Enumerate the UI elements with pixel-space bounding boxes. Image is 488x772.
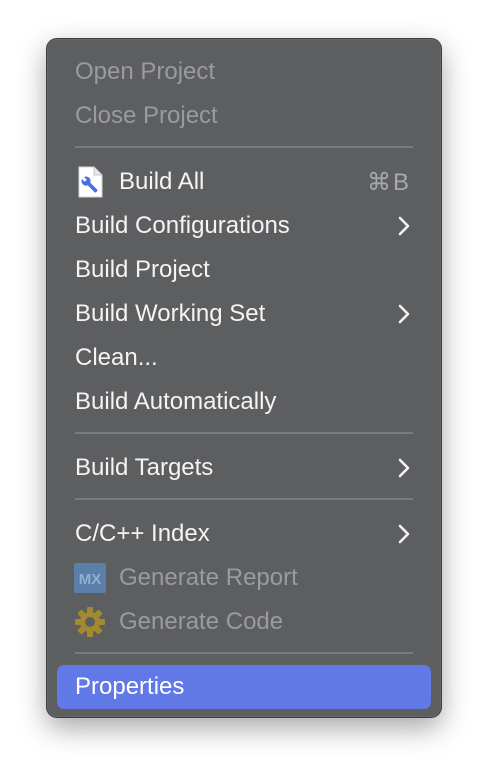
menu-item-label: Build Configurations	[75, 212, 290, 239]
menu-item-label: Build All	[119, 168, 205, 195]
menu-item-build-working-set[interactable]: Build Working Set	[47, 292, 441, 336]
menu-item-open-project: Open Project	[47, 50, 441, 94]
menu-item-label: Build Project	[75, 256, 210, 283]
menu-item-build-project[interactable]: Build Project	[47, 248, 441, 292]
menu-item-build-targets[interactable]: Build Targets	[47, 446, 441, 490]
menu-item-cpp-index[interactable]: C/C++ Index	[47, 512, 441, 556]
chevron-right-icon	[397, 523, 411, 545]
chevron-right-icon	[397, 303, 411, 325]
menu-item-label: Generate Code	[119, 608, 284, 635]
mx-icon: MX	[74, 562, 106, 594]
menu-item-properties[interactable]: Properties	[47, 665, 441, 709]
menu-item-build-automatically[interactable]: Build Automatically	[47, 380, 441, 424]
chevron-right-icon	[397, 215, 411, 237]
menu-item-close-project: Close Project	[47, 94, 441, 138]
menu-item-label: Generate Report	[119, 564, 298, 591]
menu-item-label: C/C++ Index	[75, 520, 210, 547]
menu-item-label: Build Targets	[75, 454, 214, 481]
build-context-menu: Open Project Close Project Build All ⌘B …	[46, 38, 442, 718]
menu-item-generate-code: Generate Code	[47, 600, 441, 644]
menu-item-build-configurations[interactable]: Build Configurations	[47, 204, 441, 248]
menu-separator	[75, 146, 413, 148]
menu-item-label: Properties	[75, 673, 185, 700]
menu-item-label: Open Project	[75, 58, 216, 85]
chevron-right-icon	[397, 457, 411, 479]
menu-item-label: Build Working Set	[75, 300, 266, 327]
menu-item-build-all[interactable]: Build All ⌘B	[47, 160, 441, 204]
menu-separator	[75, 652, 413, 654]
gear-icon	[74, 606, 106, 638]
menu-item-generate-report: MX Generate Report	[47, 556, 441, 600]
svg-text:MX: MX	[79, 571, 102, 588]
keyboard-shortcut: ⌘B	[366, 168, 411, 196]
build-file-icon	[74, 166, 106, 198]
menu-separator	[75, 498, 413, 500]
menu-item-label: Close Project	[75, 102, 218, 129]
menu-item-label: Clean...	[75, 344, 158, 371]
menu-separator	[75, 432, 413, 434]
menu-item-label: Build Automatically	[75, 388, 277, 415]
menu-item-clean[interactable]: Clean...	[47, 336, 441, 380]
